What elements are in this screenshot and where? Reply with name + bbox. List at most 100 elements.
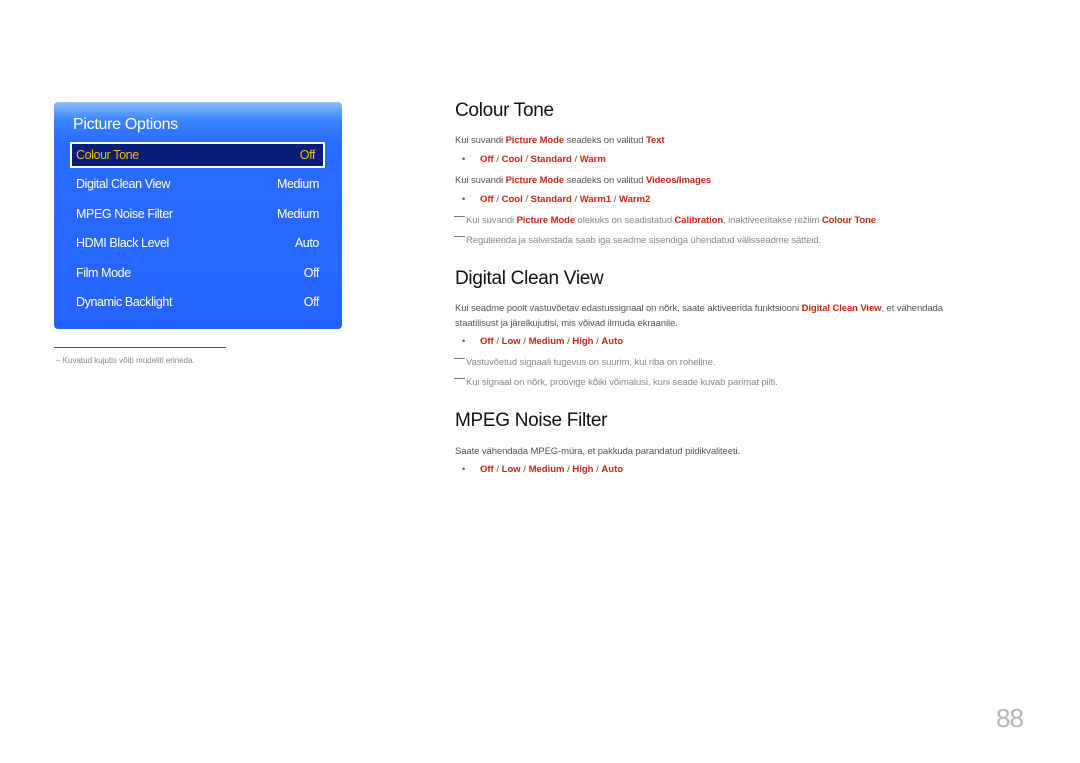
- panel-title: Picture Options: [73, 116, 178, 133]
- digital-clean-view-description: Kui seadme poolt vastuvõetav edastussign…: [455, 301, 943, 331]
- text: staatilisust ja järelkujutisi, mis võiva…: [455, 318, 678, 329]
- section-heading-digital-clean-view: Digital Clean View: [455, 268, 604, 289]
- option-value: Medium: [528, 336, 565, 347]
- colour-tone-note-1: Kui suvandi Picture Mode olekuks on sead…: [454, 213, 879, 228]
- text: Kui seadme poolt vastuvõetav edastussign…: [455, 303, 802, 314]
- option-list: Off / Low / Medium / High / Auto: [480, 464, 623, 475]
- option-value: High: [572, 336, 594, 347]
- text: , et vähendada: [881, 303, 943, 314]
- menu-item-value: Auto: [294, 236, 320, 250]
- section-heading-colour-tone: Colour Tone: [455, 100, 554, 121]
- option-separator: /: [493, 336, 502, 347]
- text: , inaktiveeritakse režiim: [723, 215, 822, 226]
- colour-tone-videos-mode-line: Kui suvandi Picture Mode seadeks on vali…: [455, 173, 711, 188]
- keyword: Videos/Images: [646, 175, 712, 186]
- keyword: Picture Mode: [505, 135, 565, 146]
- bullet-icon: •: [462, 154, 466, 165]
- menu-item-label: Film Mode: [76, 266, 131, 280]
- menu-item-label: Digital Clean View: [76, 177, 171, 191]
- colour-tone-options-2: • Off / Cool / Standard / Warm1 / Warm2: [462, 194, 650, 205]
- page-number: 88: [996, 703, 1024, 733]
- option-value: Auto: [601, 464, 624, 475]
- colour-tone-options-1: • Off / Cool / Standard / Warm: [462, 154, 606, 165]
- option-separator: /: [493, 464, 502, 475]
- menu-item-label: HDMI Black Level: [76, 236, 169, 250]
- note-dash-icon: [454, 378, 465, 379]
- menu-item-value: Medium: [276, 207, 319, 221]
- option-value: Off: [480, 464, 494, 475]
- keyword: Picture Mode: [516, 215, 576, 226]
- option-separator: /: [611, 194, 620, 205]
- text: Kui suvandi: [455, 135, 506, 146]
- menu-item-value: Off: [303, 295, 320, 309]
- menu-item-label: Colour Tone: [76, 148, 139, 162]
- option-list: Off / Low / Medium / High / Auto: [480, 336, 623, 347]
- text: .: [875, 215, 879, 226]
- menu-item-label: MPEG Noise Filter: [76, 207, 173, 221]
- option-value: High: [572, 464, 594, 475]
- option-value: Standard: [530, 194, 572, 205]
- option-separator: /: [520, 336, 529, 347]
- keyword: Picture Mode: [505, 175, 565, 186]
- text: Kui suvandi: [466, 215, 517, 226]
- keyword: Text: [646, 135, 665, 146]
- option-value: Off: [480, 194, 494, 205]
- text: Vastuvõetud signaali tugevus on suurim, …: [466, 357, 716, 368]
- note-dash-icon: [454, 236, 465, 237]
- menu-item-hdmi-black-level[interactable]: HDMI Black Level Auto: [70, 230, 325, 256]
- menu-item-dynamic-backlight[interactable]: Dynamic Backlight Off: [70, 289, 325, 315]
- menu-item-mpeg-noise-filter[interactable]: MPEG Noise Filter Medium: [70, 201, 325, 227]
- option-value: Low: [501, 336, 521, 347]
- option-value: Off: [480, 336, 494, 347]
- section-heading-mpeg-noise-filter: MPEG Noise Filter: [455, 410, 608, 431]
- mpeg-noise-filter-options: • Off / Low / Medium / High / Auto: [462, 464, 623, 475]
- option-value: Warm2: [619, 194, 651, 205]
- text: seadeks on valitud: [564, 135, 646, 146]
- option-separator: /: [522, 194, 531, 205]
- menu-item-value: Off: [299, 148, 316, 162]
- text: Reguleerida ja salvestada saab iga seadm…: [466, 235, 822, 246]
- menu-item-film-mode[interactable]: Film Mode Off: [70, 260, 325, 286]
- option-separator: /: [493, 154, 502, 165]
- option-value: Auto: [601, 336, 624, 347]
- menu-item-label: Dynamic Backlight: [76, 295, 173, 309]
- note-dash-icon: [454, 358, 465, 359]
- text: olekuks on seadistatud: [575, 215, 675, 226]
- option-separator: /: [520, 464, 529, 475]
- keyword: Calibration: [674, 215, 724, 226]
- text: seadeks on valitud: [564, 175, 646, 186]
- colour-tone-note-2: Reguleerida ja salvestada saab iga seadm…: [454, 233, 822, 248]
- picture-options-panel: Picture Options Colour Tone Off Digital …: [54, 102, 342, 329]
- menu-item-value: Off: [303, 266, 320, 280]
- keyword: Digital Clean View: [801, 303, 882, 314]
- menu-item-colour-tone[interactable]: Colour Tone Off: [70, 142, 325, 168]
- digital-clean-view-note-2: Kui signaal on nõrk, proovige kõiki võim…: [454, 375, 778, 390]
- note-dash-icon: [454, 216, 465, 217]
- text: Kui suvandi: [455, 175, 506, 186]
- footnote: – Kuvatud kujutis võib mudeliti erineda.: [56, 356, 195, 365]
- mpeg-noise-filter-description: Saate vähendada MPEG-müra, et pakkuda pa…: [455, 446, 741, 457]
- footnote-divider: [54, 347, 226, 348]
- option-separator: /: [493, 194, 502, 205]
- option-list: Off / Cool / Standard / Warm1 / Warm2: [480, 194, 650, 205]
- option-value: Low: [501, 464, 521, 475]
- menu-item-digital-clean-view[interactable]: Digital Clean View Medium: [70, 171, 325, 197]
- bullet-icon: •: [462, 336, 466, 347]
- option-value: Warm: [579, 154, 606, 165]
- colour-tone-text-mode-line: Kui suvandi Picture Mode seadeks on vali…: [455, 133, 665, 148]
- digital-clean-view-options: • Off / Low / Medium / High / Auto: [462, 336, 623, 347]
- text: Kui signaal on nõrk, proovige kõiki võim…: [466, 377, 778, 388]
- option-value: Standard: [530, 154, 572, 165]
- bullet-icon: •: [462, 464, 466, 475]
- option-value: Warm1: [579, 194, 612, 205]
- option-separator: /: [571, 194, 580, 205]
- option-list: Off / Cool / Standard / Warm: [480, 154, 606, 165]
- option-separator: /: [522, 154, 531, 165]
- option-value: Cool: [501, 194, 523, 205]
- option-value: Off: [480, 154, 494, 165]
- bullet-icon: •: [462, 194, 466, 205]
- option-separator: /: [571, 154, 580, 165]
- menu-item-value: Medium: [276, 177, 319, 191]
- option-value: Cool: [501, 154, 523, 165]
- digital-clean-view-note-1: Vastuvõetud signaali tugevus on suurim, …: [454, 355, 716, 370]
